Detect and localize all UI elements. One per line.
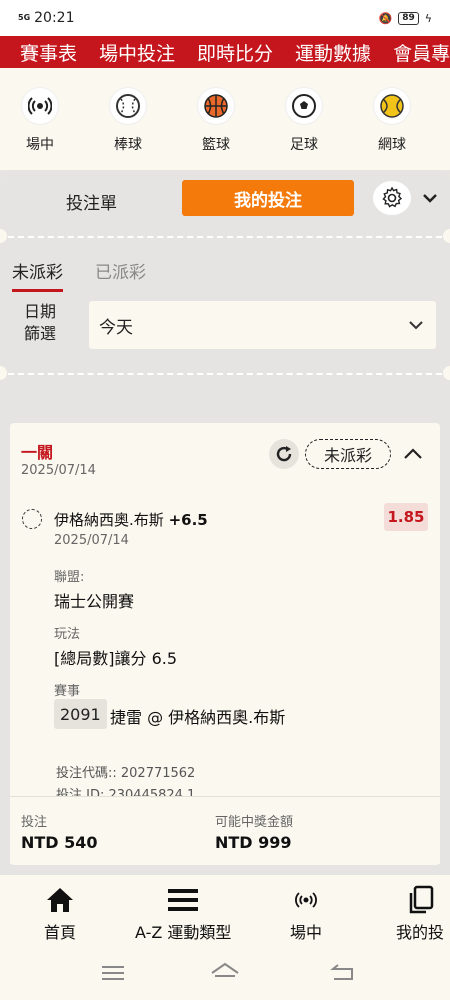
payout-value: NTD 999 (215, 833, 292, 852)
sport-label: 足球 (290, 137, 318, 153)
date-select-value: 今天 (99, 317, 133, 338)
selection-status-icon (22, 509, 42, 529)
home-icon (45, 885, 75, 915)
home-system-icon[interactable] (210, 961, 240, 983)
divider (8, 373, 442, 375)
bet-summary: 投注 NTD 540 可能中獎金額 NTD 999 (10, 796, 440, 864)
menu-icon (168, 885, 199, 915)
settings-button[interactable] (373, 181, 411, 215)
mute-icon: 🔕 (378, 11, 393, 25)
nav-az-sports[interactable]: A-Z 運動類型 (135, 885, 231, 943)
selection-date: 2025/07/14 (54, 533, 129, 548)
settle-tabs: 未派彩 已派彩 (12, 258, 146, 292)
nav-label: A-Z 運動類型 (135, 923, 232, 942)
market-value: [總局數]讓分 6.5 (54, 649, 178, 668)
nav-home[interactable]: 首頁 (44, 885, 76, 943)
sport-label: 籃球 (202, 137, 230, 153)
live-broadcast-icon (22, 88, 58, 124)
sports-strip: 場中 棒球 籃球 足球 網球 (0, 68, 450, 170)
league-value: 瑞士公開賽 (54, 592, 135, 611)
bet-code: 投注代碼:: 202771562 (56, 766, 196, 781)
date-filter-label: 日期 篩選 (24, 301, 56, 345)
sport-label: 網球 (378, 137, 406, 153)
top-nav-live-scores[interactable]: 即時比分 (197, 39, 273, 66)
network-indicator: 5G (18, 13, 31, 22)
date-filter-label-line: 篩選 (24, 324, 57, 343)
tab-my-bets[interactable]: 我的投注 (182, 180, 354, 216)
gear-icon (382, 186, 403, 208)
sport-basketball[interactable]: 籃球 (172, 88, 260, 170)
selection-player: 伊格納西奧.布斯 (54, 511, 164, 529)
nav-label: 場中 (290, 923, 323, 942)
top-nav-schedule[interactable]: 賽事表 (20, 39, 77, 66)
date-select[interactable]: 今天 (89, 301, 436, 349)
ticket-notch (0, 229, 7, 243)
soccer-ball-icon (286, 88, 322, 124)
league-label: 聯盟: (54, 570, 85, 585)
event-label: 賽事 (54, 684, 81, 699)
top-nav-live-betting[interactable]: 場中投注 (99, 39, 175, 66)
event-row: 2091 捷雷 @ 伊格納西奧.布斯 (10, 699, 440, 731)
nav-live[interactable]: 場中 (290, 885, 322, 943)
bet-type: 一關 (21, 443, 54, 462)
chevron-down-icon (423, 194, 437, 203)
baseball-icon (110, 88, 146, 124)
back-icon[interactable] (330, 963, 354, 981)
ticket-notch (0, 366, 7, 380)
live-broadcast-icon (294, 885, 318, 915)
sport-soccer[interactable]: 足球 (260, 88, 348, 170)
tab-settled[interactable]: 已派彩 (95, 258, 146, 292)
sport-tennis[interactable]: 網球 (348, 88, 436, 170)
status-bar: 5G 20:21 🔕 89 ϟ (0, 0, 450, 36)
odds-badge: 1.85 (384, 503, 428, 531)
recents-icon[interactable] (102, 964, 124, 982)
stake-label: 投注 (21, 815, 48, 830)
tab-unsettled[interactable]: 未派彩 (12, 258, 63, 292)
sport-label: 棒球 (114, 137, 142, 153)
nav-my-bets[interactable]: 我的投 (396, 885, 444, 943)
collapse-slip-button[interactable] (420, 188, 440, 208)
selection-name: 伊格納西奧.布斯 +6.5 (54, 509, 208, 530)
event-name: 捷雷 @ 伊格納西奧.布斯 (110, 708, 286, 727)
event-number: 2091 (54, 699, 107, 729)
system-nav-bar (0, 947, 450, 1000)
ticket-notch (443, 366, 450, 380)
bottom-nav: 首頁 A-Z 運動類型 場中 我的投 (0, 875, 450, 947)
refresh-icon (276, 446, 292, 462)
tennis-ball-icon (374, 88, 410, 124)
sport-label: 場中 (26, 137, 54, 153)
top-nav-stats[interactable]: 運動數據 (295, 39, 371, 66)
sport-live[interactable]: 場中 (0, 88, 84, 170)
chevron-up-icon[interactable] (402, 443, 424, 465)
market-label: 玩法 (54, 627, 81, 642)
nav-label: 我的投 (396, 923, 445, 942)
ticket-notch (443, 229, 450, 243)
basketball-icon (198, 88, 234, 124)
date-filter: 日期 篩選 今天 (0, 301, 450, 351)
payout-label: 可能中獎金額 (215, 815, 294, 830)
copy-icon (405, 885, 435, 915)
bet-date: 2025/07/14 (21, 463, 96, 478)
bet-slip-panel: 投注單 我的投注 未派彩 已派彩 日期 篩選 今天 一關 2025/07/14 (0, 170, 450, 875)
refresh-button[interactable] (269, 439, 299, 469)
date-filter-label-line: 日期 (24, 302, 57, 321)
sport-baseball[interactable]: 棒球 (84, 88, 172, 170)
battery-icon: 89 (398, 11, 419, 25)
clock: 20:21 (34, 10, 75, 26)
selection-line: +6.5 (168, 511, 208, 529)
top-nav-member[interactable]: 會員專 (393, 39, 450, 66)
stake-value: NTD 540 (21, 833, 98, 852)
status-badge: 未派彩 (305, 439, 391, 469)
divider (8, 236, 442, 238)
top-nav: 賽事表 場中投注 即時比分 運動數據 會員專 (0, 36, 450, 68)
charging-icon: ϟ (424, 11, 432, 25)
nav-label: 首頁 (44, 923, 77, 942)
bet-slip-header: 投注單 我的投注 (0, 180, 450, 220)
chevron-down-icon (409, 321, 423, 330)
tab-betslip[interactable]: 投注單 (66, 189, 117, 214)
